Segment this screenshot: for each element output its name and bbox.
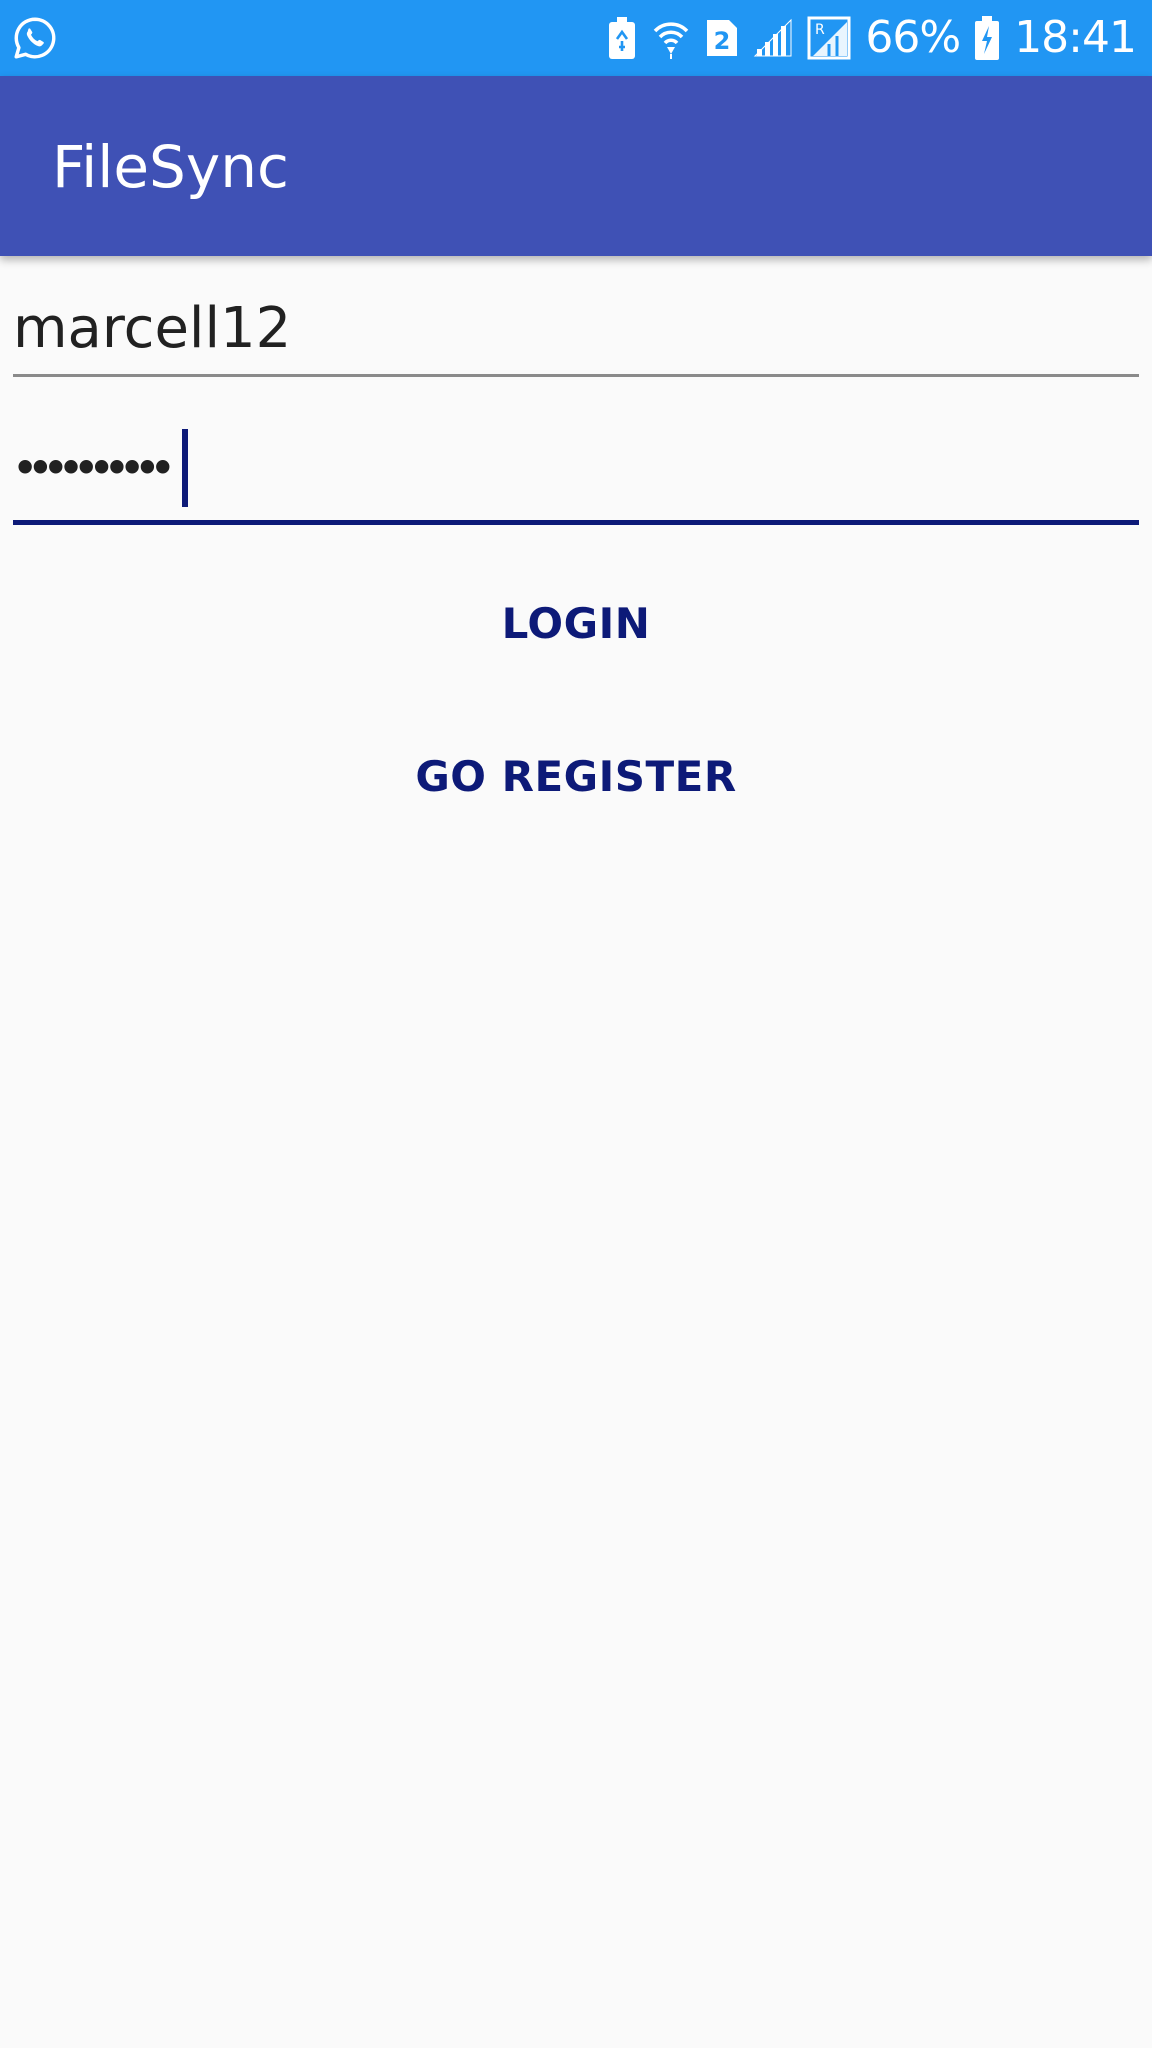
username-field[interactable]: marcell12 — [13, 290, 1139, 377]
go-register-button[interactable]: GO REGISTER — [0, 749, 1152, 805]
text-cursor — [181, 429, 188, 507]
roaming-signal-icon: R — [807, 16, 851, 60]
whatsapp-icon — [14, 17, 56, 59]
battery-saver-icon — [609, 17, 636, 59]
username-value: marcell12 — [13, 296, 292, 361]
status-bar: 2 R 66% 18:41 — [0, 0, 1152, 76]
status-icons: 2 R 66% 18:41 — [607, 0, 1137, 76]
password-field[interactable]: •••••••••• — [13, 428, 1139, 525]
battery-charging-icon — [975, 16, 1000, 60]
signal-icon — [754, 18, 792, 57]
app-title: FileSync — [52, 133, 289, 201]
app-bar: FileSync — [0, 76, 1152, 256]
svg-text:R: R — [815, 22, 825, 38]
svg-text:2: 2 — [714, 27, 731, 55]
clock: 18:41 — [1014, 12, 1137, 63]
password-mask: •••••••••• — [13, 446, 175, 490]
login-button[interactable]: LOGIN — [0, 596, 1152, 652]
battery-percent: 66% — [865, 12, 961, 63]
sim-2-icon: 2 — [707, 20, 738, 56]
wifi-icon — [654, 22, 689, 59]
